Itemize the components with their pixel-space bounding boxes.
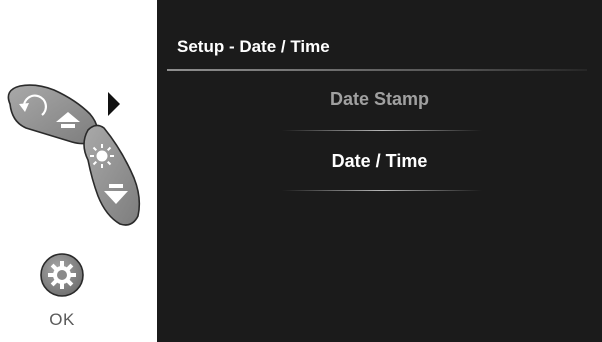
menu-divider — [282, 190, 482, 191]
ok-label: OK — [49, 310, 75, 329]
device-ui: OK Setup - Date / Time Date Stamp Date /… — [0, 0, 602, 342]
selection-pointer-icon — [108, 92, 120, 116]
page-title: Setup - Date / Time — [177, 37, 330, 56]
brightness-icon — [90, 144, 114, 168]
menu-item-date-stamp[interactable]: Date Stamp — [157, 89, 602, 110]
menu-divider — [282, 130, 482, 131]
display-screen: Setup - Date / Time Date Stamp Date / Ti… — [157, 0, 602, 342]
menu-item-date-time[interactable]: Date / Time — [157, 151, 602, 172]
title-divider — [167, 69, 587, 71]
ok-settings-button[interactable] — [39, 252, 85, 298]
gear-icon — [48, 261, 76, 289]
down-brightness-button[interactable] — [78, 120, 144, 230]
